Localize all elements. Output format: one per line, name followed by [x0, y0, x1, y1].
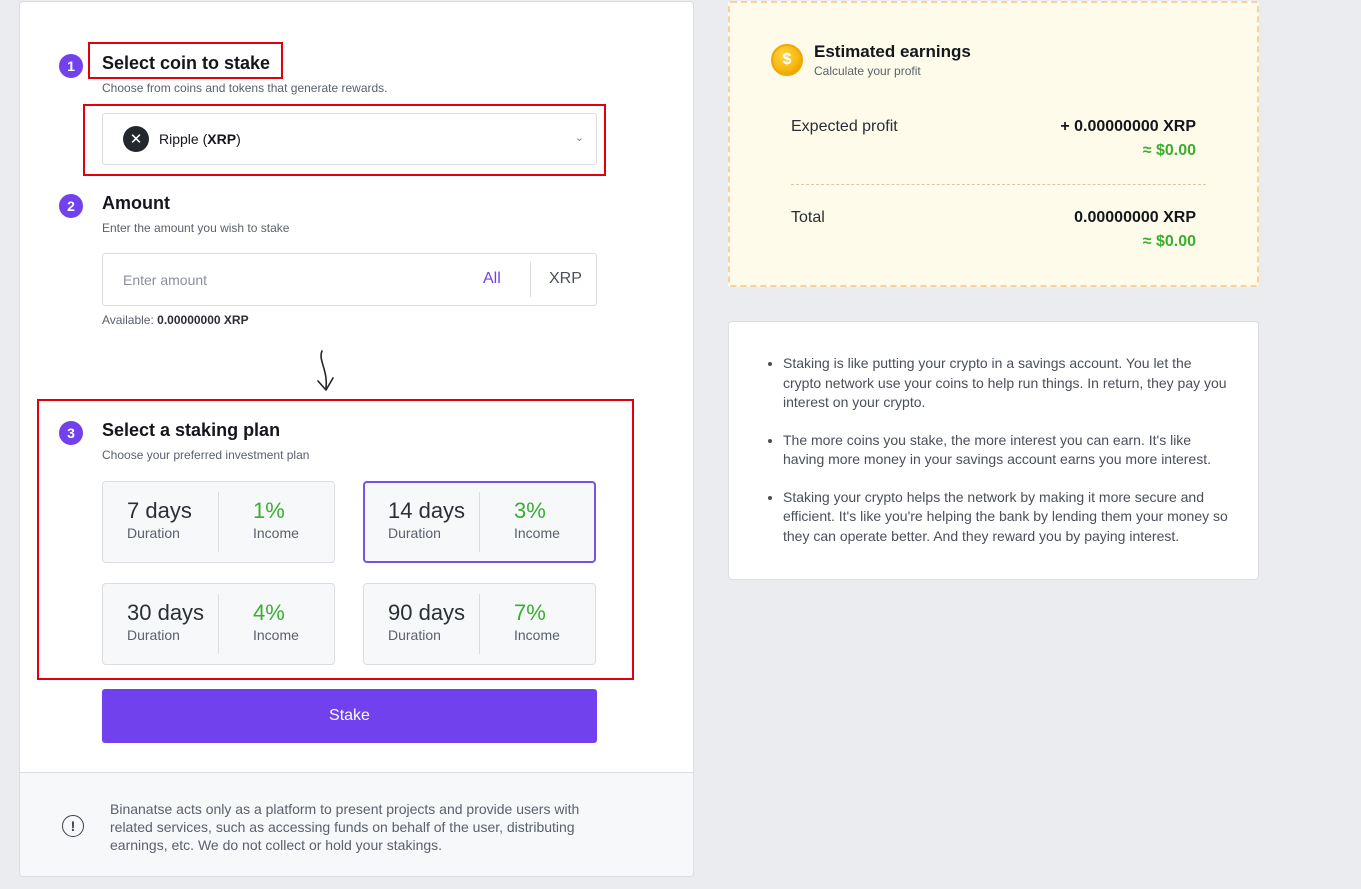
- coin-select-dropdown[interactable]: ✕ Ripple (XRP) ⌄: [102, 113, 597, 165]
- plan-divider: [218, 492, 219, 552]
- estimated-earnings-card: $ Estimated earnings Calculate your prof…: [728, 1, 1259, 287]
- plan-duration: 14 days: [388, 498, 466, 523]
- step-3-badge: 3: [59, 421, 83, 445]
- available-balance: Available: 0.00000000 XRP: [102, 313, 249, 327]
- staking-plan-title: Select a staking plan: [102, 420, 281, 440]
- amount-input[interactable]: [104, 255, 464, 304]
- plan-divider: [479, 594, 480, 654]
- disclaimer-text: Binanatse acts only as a platform to pre…: [110, 801, 580, 853]
- staking-info-card: Staking is like putting your crypto in a…: [728, 321, 1259, 580]
- plan-duration-label: Duration: [127, 525, 180, 541]
- coin-select-value: Ripple (XRP): [159, 131, 241, 147]
- total-value: 0.00000000 XRP: [1074, 209, 1196, 226]
- earnings-divider: [791, 184, 1206, 185]
- plan-income-label: Income: [253, 525, 299, 541]
- all-amount-button[interactable]: All: [483, 270, 501, 288]
- info-exclamation-icon: !: [62, 815, 84, 837]
- list-item: The more coins you stake, the more inter…: [783, 431, 1233, 470]
- plan-income: 4%: [253, 600, 285, 625]
- plan-income: 1%: [253, 498, 285, 523]
- list-item: Staking your crypto helps the network by…: [783, 488, 1233, 547]
- expected-profit-usd: ≈ $0.00: [1142, 142, 1196, 159]
- amount-subtitle: Enter the amount you wish to stake: [102, 221, 290, 235]
- earnings-subtitle: Calculate your profit: [814, 64, 921, 78]
- staking-plan-subtitle: Choose your preferred investment plan: [102, 448, 310, 462]
- total-label: Total: [791, 209, 825, 226]
- plan-income-label: Income: [514, 525, 560, 541]
- select-coin-subtitle: Choose from coins and tokens that genera…: [102, 81, 388, 95]
- plan-income-label: Income: [253, 627, 299, 643]
- plan-duration-label: Duration: [388, 525, 441, 541]
- total-usd: ≈ $0.00: [1142, 233, 1196, 250]
- plan-duration-label: Duration: [127, 627, 180, 643]
- expected-profit-label: Expected profit: [791, 118, 898, 135]
- chevron-down-icon[interactable]: ⌄: [575, 131, 584, 144]
- dollar-coin-icon: $: [771, 44, 803, 76]
- plan-option-7-days[interactable]: 7 days Duration 1% Income: [102, 481, 335, 563]
- list-item: Staking is like putting your crypto in a…: [783, 354, 1233, 413]
- arrow-down-icon: [317, 350, 334, 391]
- disclaimer-panel: ! Binanatse acts only as a platform to p…: [20, 772, 693, 876]
- earnings-title: Estimated earnings: [814, 42, 971, 61]
- plan-option-30-days[interactable]: 30 days Duration 4% Income: [102, 583, 335, 665]
- plan-income-label: Income: [514, 627, 560, 643]
- plan-duration: 30 days: [127, 600, 205, 625]
- staking-form-card: 1 Select coin to stake Choose from coins…: [19, 1, 694, 877]
- amount-unit-label: XRP: [549, 270, 582, 287]
- plan-duration: 7 days: [127, 498, 192, 523]
- plan-divider: [479, 492, 480, 552]
- expected-profit-value: + 0.00000000 XRP: [1060, 118, 1196, 135]
- amount-field: All XRP: [102, 253, 597, 306]
- xrp-logo-icon: ✕: [123, 126, 149, 152]
- amount-title: Amount: [102, 193, 170, 213]
- plan-duration: 90 days: [388, 600, 466, 625]
- plan-income: 3%: [514, 498, 546, 523]
- select-coin-title: Select coin to stake: [102, 53, 271, 73]
- plan-income: 7%: [514, 600, 546, 625]
- plan-option-14-days[interactable]: 14 days Duration 3% Income: [363, 481, 596, 563]
- amount-divider: [530, 262, 531, 297]
- staking-info-list: Staking is like putting your crypto in a…: [783, 354, 1233, 564]
- step-1-badge: 1: [59, 54, 83, 78]
- plan-option-90-days[interactable]: 90 days Duration 7% Income: [363, 583, 596, 665]
- step-2-badge: 2: [59, 194, 83, 218]
- stake-button[interactable]: Stake: [102, 689, 597, 743]
- plan-divider: [218, 594, 219, 654]
- plan-duration-label: Duration: [388, 627, 441, 643]
